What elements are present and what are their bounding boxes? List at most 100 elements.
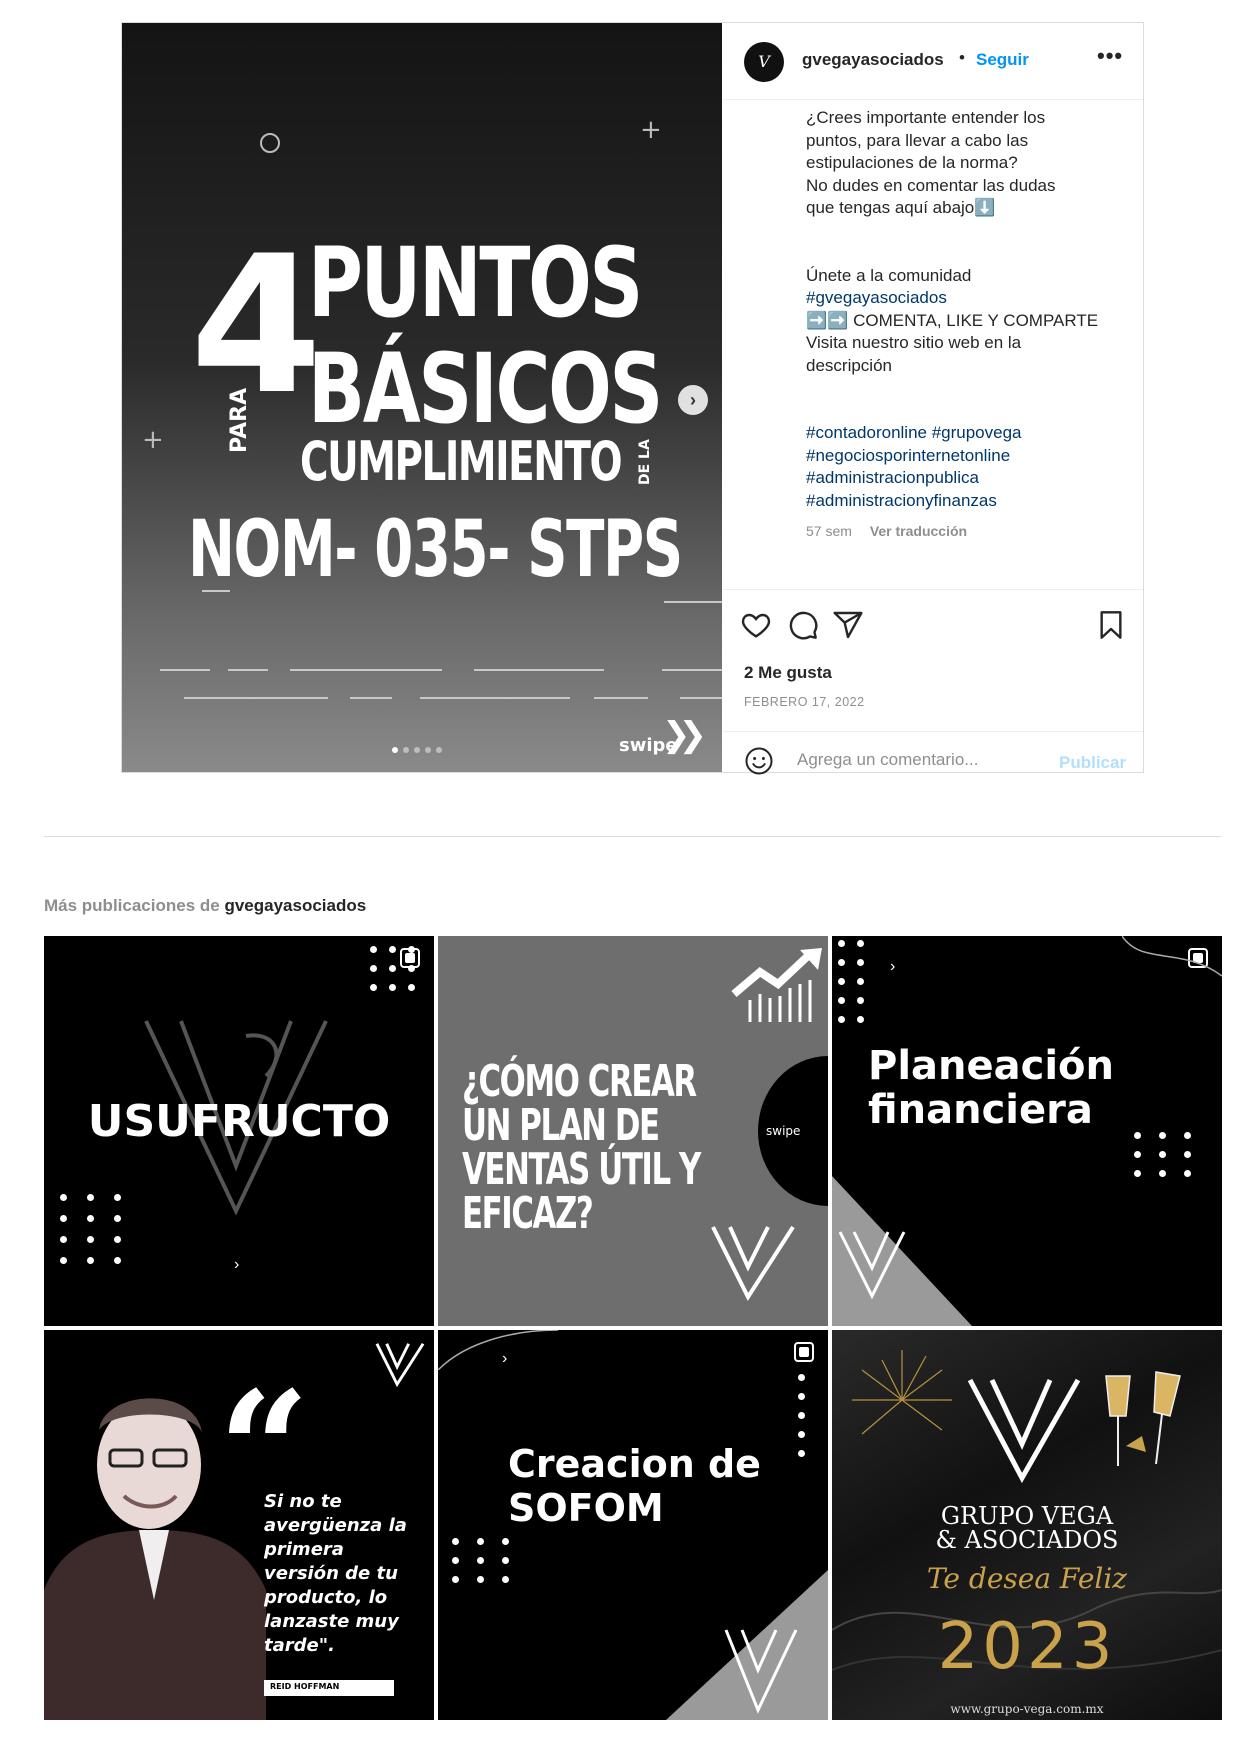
section-divider (44, 836, 1221, 837)
year-text: 2023 (937, 1610, 1117, 1684)
hashtag-link[interactable]: #administracionyfinanzas (806, 490, 1126, 513)
more-posts-prefix: Más publicaciones de (44, 896, 220, 915)
tile-title: Planeación financiera (868, 1043, 1114, 1133)
tile-author: REID HOFFMAN (270, 1682, 340, 1691)
circle-decoration (260, 133, 280, 153)
slide-title-line3: CUMPLIMIENTO (300, 430, 623, 493)
carousel-dot (414, 747, 420, 753)
post-image[interactable]: + + 4 PUNTOS BÁSICOS PARA CUMPLIMIENTO D… (122, 23, 722, 772)
carousel-dot (425, 747, 431, 753)
dot-grid-decoration (60, 1194, 121, 1264)
tile-title: USUFRUCTO (87, 1096, 391, 1147)
post-thumbnail-planeacion-financiera[interactable]: Planeación financiera › (832, 936, 1222, 1326)
actions-divider (723, 589, 1143, 590)
chevron-right-icon: › (234, 1256, 240, 1273)
caption-paragraph: ¿Crees importante entender los puntos, p… (806, 108, 1056, 217)
separator-dot: • (959, 48, 965, 67)
post-date: FEBRERO 17, 2022 (744, 695, 865, 709)
hashtag-link[interactable]: #contadoronline #grupovega (806, 422, 1126, 445)
post-header: V gvegayasociados • Seguir ••• (723, 23, 1143, 100)
multiple-images-icon (794, 1342, 814, 1362)
line-decoration (228, 669, 268, 671)
line-decoration (350, 697, 392, 699)
hashtag-link[interactable]: #negociosporinternetonline (806, 445, 1126, 468)
v-logo-icon (711, 1225, 795, 1302)
caption-website-text: Visita nuestro sitio web en la descripci… (806, 333, 1022, 375)
brand-name: GRUPO VEGA & ASOCIADOS (935, 1502, 1119, 1554)
post-meta: 57 sem Ver traducción (806, 523, 967, 539)
line-decoration (664, 601, 722, 603)
line-decoration (290, 669, 442, 671)
more-posts-title: Más publicaciones de gvegayasociados (44, 896, 366, 916)
swipe-badge: swipe (766, 1124, 801, 1138)
post-thumbnail-sofom[interactable]: Creacion de SOFOM › (438, 1330, 828, 1720)
carousel-dot (392, 747, 398, 753)
post-caption: ¿Crees importante entender los puntos, p… (806, 107, 1126, 512)
publish-button[interactable]: Publicar (1059, 753, 1126, 773)
heart-icon[interactable] (740, 609, 772, 641)
greeting-text: Te desea Feliz (926, 1562, 1128, 1595)
growth-chart-icon (731, 948, 822, 1022)
curve-decoration (1122, 936, 1222, 977)
post-thumbnail-plan-de-ventas[interactable]: ¿CÓMO CREAR UN PLAN DE VENTAS ÚTIL Y EFI… (438, 936, 828, 1326)
website-text: www.grupo-vega.com.mx (950, 1702, 1104, 1716)
bookmark-icon[interactable] (1095, 609, 1127, 641)
more-posts-owner-link[interactable]: gvegayasociados (224, 896, 366, 915)
corner-triangle (832, 1176, 972, 1326)
username-link[interactable]: gvegayasociados (802, 50, 944, 70)
arrow-emoji-icon: ➡️➡️ (806, 310, 849, 330)
post-age[interactable]: 57 sem (806, 523, 852, 539)
v-logo-icon (967, 1378, 1081, 1484)
dot-grid-decoration (798, 1374, 805, 1457)
comment-icon[interactable] (787, 609, 819, 641)
chevron-right-icon: › (890, 958, 896, 975)
line-decoration (202, 590, 230, 592)
carousel-dot (403, 747, 409, 753)
carousel-dots (392, 747, 442, 753)
post-thumbnail-usufructo[interactable]: USUFRUCTO › (44, 936, 434, 1326)
more-options-icon[interactable]: ••• (1097, 43, 1123, 69)
post-sidebar: V gvegayasociados • Seguir ••• ¿Crees im… (723, 23, 1143, 775)
line-decoration (474, 669, 604, 671)
line-decoration (680, 697, 722, 699)
follow-button[interactable]: Seguir (976, 50, 1029, 70)
dot-grid-decoration (838, 940, 864, 1023)
chevron-right-icon: › (502, 1350, 508, 1367)
v-logo-icon (375, 1342, 425, 1388)
slide-title-line4: NOM- 035- STPS (188, 505, 683, 595)
swipe-arrows-icon: ❯❯ (662, 715, 707, 755)
curve-decoration (438, 1330, 558, 1370)
slide-title-line2: BÁSICOS (308, 333, 663, 445)
caption-cta: ➡️➡️ COMENTA, LIKE Y COMPARTE (806, 310, 1126, 333)
hashtag-link[interactable]: #administracionpublica (806, 467, 1126, 490)
post-card: + + 4 PUNTOS BÁSICOS PARA CUMPLIMIENTO D… (121, 22, 1144, 775)
comment-input[interactable] (797, 750, 1037, 770)
champagne-glasses-icon (1105, 1371, 1181, 1466)
likes-count[interactable]: 2 Me gusta (744, 663, 832, 683)
cta-text: COMENTA, LIKE Y COMPARTE (853, 310, 1099, 330)
dot-grid-decoration (1134, 1132, 1191, 1177)
post-thumbnail-new-year[interactable]: GRUPO VEGA & ASOCIADOS Te desea Feliz 20… (832, 1330, 1222, 1720)
hashtag-link[interactable]: #gvegayasociados (806, 287, 1126, 310)
carousel-next-button[interactable]: › (678, 385, 708, 415)
dot-grid-decoration (370, 946, 415, 991)
caption-join-text: Únete a la comunidad (806, 265, 972, 285)
avatar[interactable]: V (744, 42, 784, 82)
plus-decoration: + (142, 425, 164, 455)
tile-title: Creacion de SOFOM (508, 1442, 761, 1530)
emoji-icon[interactable] (744, 746, 774, 776)
slide-title-line1: PUNTOS (308, 227, 643, 339)
share-icon[interactable] (832, 609, 864, 641)
post-thumbnail-quote[interactable]: “ Si no te avergüenza la primera versión… (44, 1330, 434, 1720)
line-decoration (160, 669, 210, 671)
translate-link[interactable]: Ver traducción (870, 523, 967, 539)
line-decoration (662, 669, 722, 671)
tile-quote: Si no te avergüenza la primera versión d… (264, 1491, 407, 1656)
more-posts-grid: USUFRUCTO › ¿CÓMO CREAR UN PLAN DE VENTA… (44, 936, 1222, 1724)
slide-para-label: PARA (227, 387, 252, 453)
plus-decoration: + (640, 115, 662, 145)
line-decoration (420, 697, 570, 699)
slide-dela-label: DE LA (637, 439, 653, 485)
slide-number: 4 (190, 215, 322, 436)
tile-title: ¿CÓMO CREAR UN PLAN DE VENTAS ÚTIL Y EFI… (462, 1056, 701, 1239)
